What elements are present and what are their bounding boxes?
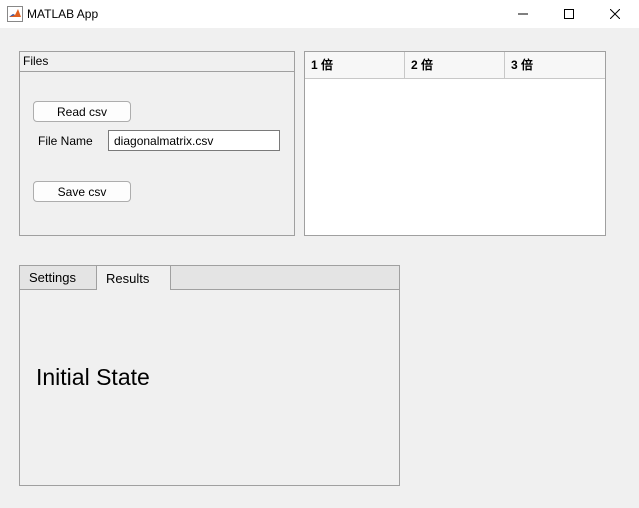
read-csv-button[interactable]: Read csv — [33, 101, 131, 122]
tab-group: Settings Results Initial State — [19, 265, 400, 486]
app-canvas: Files Read csv File Name Save csv 1 倍 2 … — [0, 28, 639, 508]
close-button[interactable] — [592, 0, 638, 28]
save-csv-button[interactable]: Save csv — [33, 181, 131, 202]
file-name-field[interactable] — [108, 130, 280, 151]
tab-strip: Settings Results — [20, 266, 399, 290]
files-panel-header: Files — [20, 52, 294, 72]
matlab-icon — [7, 6, 23, 22]
table-header: 1 倍 2 倍 3 倍 — [305, 52, 605, 79]
window-title: MATLAB App — [27, 7, 99, 21]
title-bar[interactable]: MATLAB App — [0, 0, 639, 28]
data-table[interactable]: 1 倍 2 倍 3 倍 — [304, 51, 606, 236]
minimize-icon — [518, 13, 528, 15]
column-header[interactable]: 1 倍 — [305, 52, 405, 78]
files-panel-title: Files — [23, 54, 49, 68]
results-status-text: Initial State — [36, 364, 150, 390]
close-icon — [610, 9, 620, 19]
maximize-icon — [564, 9, 574, 19]
files-panel: Files Read csv File Name Save csv — [19, 51, 295, 236]
minimize-button[interactable] — [500, 0, 546, 28]
tab-results[interactable]: Results — [97, 266, 171, 290]
column-header[interactable]: 2 倍 — [405, 52, 505, 78]
tab-settings[interactable]: Settings — [20, 266, 97, 289]
column-header[interactable]: 3 倍 — [505, 52, 605, 78]
maximize-button[interactable] — [546, 0, 592, 28]
file-name-label: File Name — [38, 134, 93, 148]
